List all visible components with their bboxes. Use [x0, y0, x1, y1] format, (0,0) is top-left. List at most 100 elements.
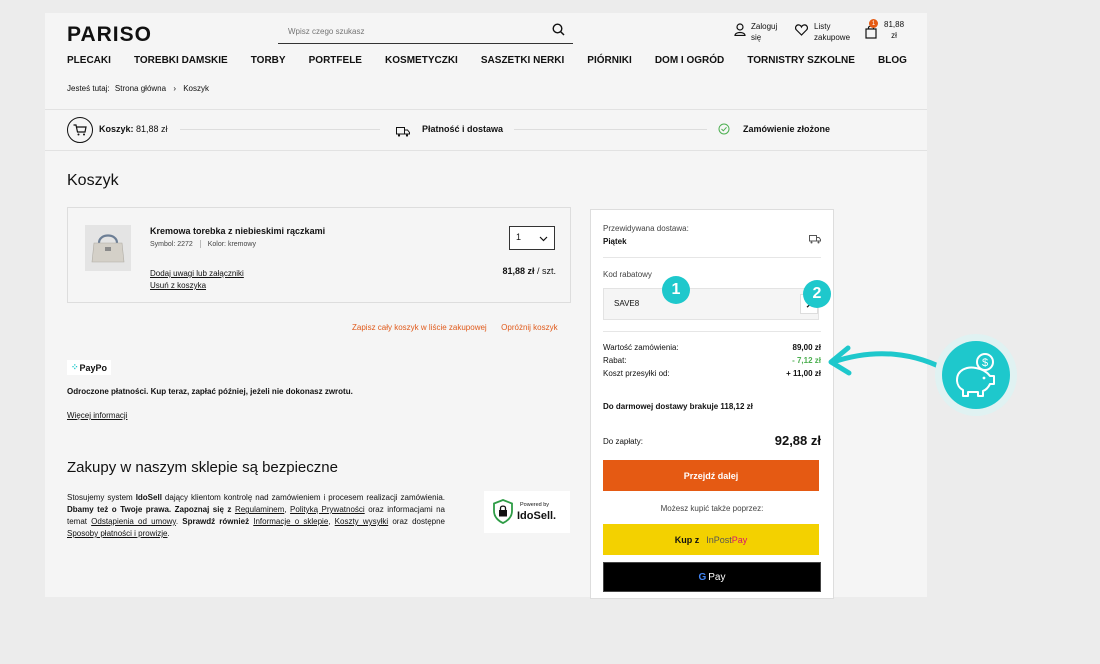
breadcrumb: Jesteś tutaj: Strona główna › Koszyk: [67, 84, 209, 93]
step-cart-value: 81,88 zł: [136, 124, 168, 134]
order-summary: Przewidywana dostawa: Piątek Kod rabatow…: [590, 209, 834, 599]
paypo-dot-icon: ⁘: [70, 362, 79, 372]
check-circle-icon: [718, 122, 730, 140]
shipping-row: Koszt przesyłki od: + 11,00 zł: [603, 369, 821, 378]
remove-item-link[interactable]: Usuń z koszyka: [150, 281, 206, 290]
paypo-more-link[interactable]: Więcej informacji: [67, 411, 127, 420]
idosell-badge[interactable]: Powered by IdoSell.: [484, 491, 570, 533]
product-symbol: Symbol: 2272: [150, 240, 193, 248]
shipping-cost-link[interactable]: Koszty wysyłki: [335, 517, 389, 526]
piggy-bank-circle: $: [942, 341, 1010, 409]
step-cart-label: Koszyk:: [99, 124, 134, 134]
truck-icon: [396, 124, 410, 142]
privacy-link[interactable]: Polityką Prywatności: [290, 505, 365, 514]
nav-item-kosmetyczki[interactable]: KOSMETYCZKI: [385, 55, 458, 66]
coupon-field[interactable]: SAVE8: [603, 288, 819, 320]
safe-b3: Sprawdź również: [182, 517, 254, 526]
search-input[interactable]: [278, 19, 550, 43]
shipping-label: Koszt przesyłki od:: [603, 369, 670, 378]
wishlist-line2: zakupowe: [814, 33, 851, 42]
step-cart: Koszyk: 81,88 zł: [99, 124, 168, 134]
login-link[interactable]: Zaloguj się: [734, 21, 777, 43]
nav-item-saszetki[interactable]: SASZETKI NERKI: [481, 55, 564, 66]
remove-link-wrap: Usuń z koszyka: [150, 275, 206, 293]
product-thumbnail[interactable]: [85, 225, 131, 271]
cart-item: Kremowa torebka z niebieskimi rączkami S…: [67, 207, 571, 303]
piggy-bank-icon: $: [956, 353, 995, 397]
item-price-unit: / szt.: [536, 266, 556, 276]
cart-step-icon: [67, 117, 93, 143]
product-name[interactable]: Kremowa torebka z niebieskimi rączkami: [150, 226, 325, 236]
delivery-truck-icon: [809, 231, 821, 249]
summary-divider: [603, 257, 821, 258]
safe-b2: Dbamy też o Twoje prawa. Zapoznaj się z: [67, 505, 235, 514]
inpost-pay-button[interactable]: Kup z InPostPay: [603, 524, 819, 555]
cart-actions: Zapisz cały koszyk w liście zakupowej Op…: [352, 317, 558, 335]
annotation-badge-2: 2: [803, 280, 831, 308]
withdrawal-link[interactable]: Odstąpienia od umowy: [91, 517, 176, 526]
paypo-logo: ⁘ PayPo: [67, 360, 111, 375]
main-nav: PLECAKI TOREBKI DAMSKIE TORBY PORTFELE K…: [67, 55, 907, 66]
site-logo[interactable]: PARISO: [67, 23, 152, 47]
shop-info-link[interactable]: Informacje o sklepie: [253, 517, 328, 526]
alt-pay-label: Możesz kupić także poprzez:: [660, 504, 764, 513]
empty-cart-link[interactable]: Opróżnij koszyk: [501, 323, 557, 332]
nav-item-portfele[interactable]: PORTFELE: [309, 55, 362, 66]
free-shipping-info: Do darmowej dostawy brakuje 118,12 zł: [603, 402, 753, 411]
google-pay-label: Pay: [708, 571, 726, 583]
inpost-logo: InPostPay: [706, 535, 747, 545]
cart-link[interactable]: 1 81,88 zł: [865, 19, 904, 41]
checkout-steps: Koszyk: 81,88 zł Płatność i dostawa Zamó…: [45, 109, 927, 151]
total-row: Do zapłaty: 92,88 zł: [603, 433, 821, 448]
order-value-row: Wartość zamówienia: 89,00 zł: [603, 343, 821, 352]
paypo-text: Odroczone płatności. Kup teraz, zapłać p…: [67, 387, 353, 396]
search-icon[interactable]: [552, 23, 565, 41]
nav-item-dom[interactable]: DOM I OGRÓD: [655, 55, 724, 66]
quantity-select[interactable]: 1: [509, 226, 555, 250]
safe-text: Stosujemy system IdoSell dający klientom…: [67, 492, 445, 540]
breadcrumb-home[interactable]: Strona główna: [115, 84, 166, 93]
item-price: 81,88 zł / szt.: [502, 266, 556, 276]
quantity-value: 1: [516, 232, 522, 242]
terms-link[interactable]: Regulaminem: [235, 505, 284, 514]
nav-item-torebki[interactable]: TOREBKI DAMSKIE: [134, 55, 228, 66]
google-g-icon: G: [698, 571, 707, 583]
safe-t1: Stosujemy system: [67, 493, 136, 502]
piggy-bank-badge: $: [935, 334, 1017, 416]
product-meta: Symbol: 2272 Kolor: kremowy: [150, 240, 256, 248]
save-cart-link[interactable]: Zapisz cały koszyk w liście zakupowej: [352, 323, 487, 332]
safe-t7: oraz dostępne: [388, 517, 445, 526]
coupon-label: Kod rabatowy: [603, 270, 652, 279]
delivery-label: Przewidywana dostawa:: [603, 224, 689, 233]
total-value: 92,88 zł: [774, 433, 821, 448]
inpost-logo-a: InPost: [706, 534, 732, 545]
nav-item-piorniki[interactable]: PIÓRNIKI: [587, 55, 631, 66]
breadcrumb-current: Koszyk: [183, 84, 210, 93]
cart-bag-icon: 1: [865, 19, 878, 39]
proceed-button[interactable]: Przejdź dalej: [603, 460, 819, 491]
annotation-badge-1: 1: [662, 276, 690, 304]
discount-row: Rabat: - 7,12 zł: [603, 356, 821, 365]
wishlist-link[interactable]: Listy zakupowe: [795, 21, 850, 43]
nav-item-blog[interactable]: BLOG: [878, 55, 907, 66]
discount-label: Rabat:: [603, 356, 627, 365]
cart-count-badge: 1: [869, 19, 878, 28]
payment-methods-link[interactable]: Sposoby płatności i prowizje: [67, 529, 168, 538]
heart-icon: [795, 23, 808, 41]
breadcrumb-separator: ›: [173, 84, 176, 93]
nav-item-tornistry[interactable]: TORNISTRY SZKOLNE: [747, 55, 855, 66]
nav-item-torby[interactable]: TORBY: [251, 55, 286, 66]
step-payment: Płatność i dostawa: [422, 124, 504, 134]
google-pay-button[interactable]: G Pay: [603, 562, 821, 592]
nav-item-plecaki[interactable]: PLECAKI: [67, 55, 111, 66]
order-value-label: Wartość zamówienia:: [603, 343, 679, 352]
product-color: Kolor: kremowy: [207, 240, 256, 248]
cart-currency: zł: [891, 31, 897, 40]
inpost-prefix: Kup z: [674, 534, 700, 545]
page: PARISO Zaloguj się Listy zakupowe 1 81,88 z…: [45, 13, 927, 599]
coupon-value: SAVE8: [614, 299, 640, 308]
idosell-powered: Powered by: [520, 502, 550, 508]
shield-lock-icon: [493, 499, 513, 529]
cart-amount: 81,88: [884, 20, 905, 29]
login-line1: Zaloguj: [751, 22, 778, 31]
